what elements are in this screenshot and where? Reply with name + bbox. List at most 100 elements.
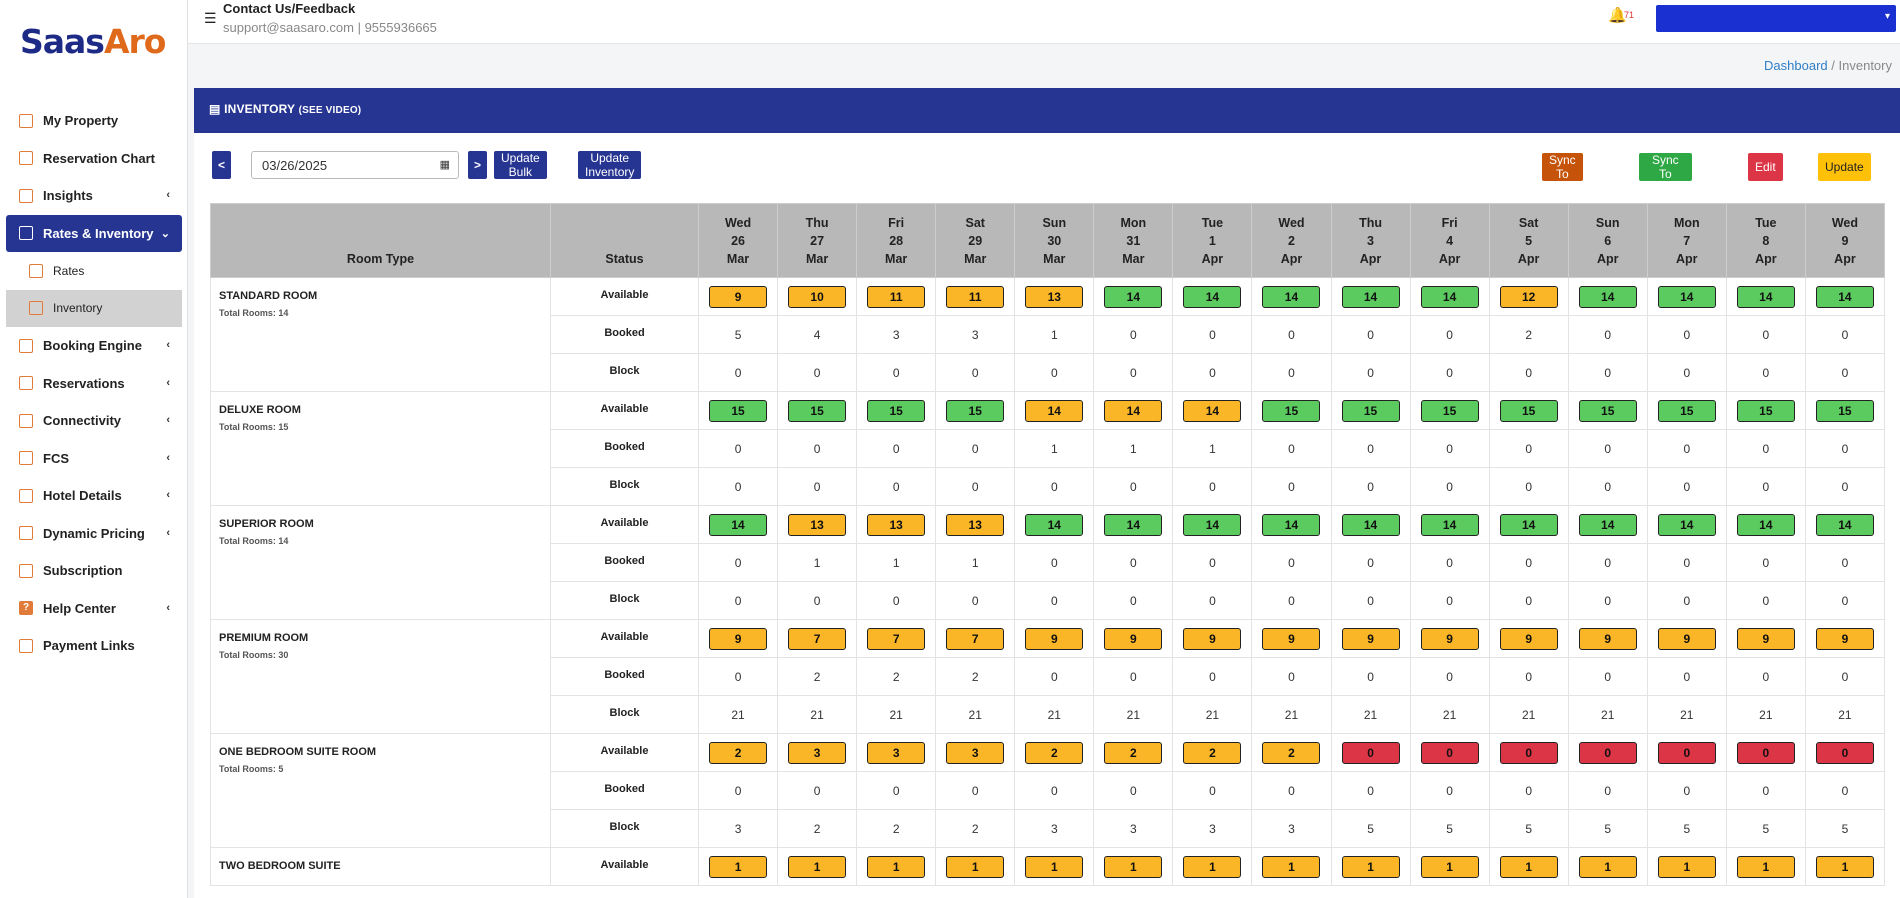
available-cell[interactable]: 9 xyxy=(1804,619,1886,658)
available-cell[interactable]: 7 xyxy=(935,619,1016,658)
sidebar-item-inventory[interactable]: Inventory xyxy=(6,289,182,327)
availability-pill[interactable]: 9 xyxy=(1341,627,1400,650)
available-cell[interactable]: 9 xyxy=(1014,619,1095,658)
availability-pill[interactable]: 14 xyxy=(1341,513,1400,536)
available-cell[interactable]: 3 xyxy=(777,733,858,772)
availability-pill[interactable]: 14 xyxy=(1815,285,1874,308)
available-cell[interactable]: 2 xyxy=(1251,733,1332,772)
available-cell[interactable]: 0 xyxy=(1330,733,1411,772)
availability-pill[interactable]: 1 xyxy=(788,855,847,878)
available-cell[interactable]: 0 xyxy=(1567,733,1648,772)
available-cell[interactable]: 15 xyxy=(1330,391,1411,430)
available-cell[interactable]: 0 xyxy=(1804,733,1886,772)
availability-pill[interactable]: 2 xyxy=(1262,741,1321,764)
available-cell[interactable]: 1 xyxy=(1646,847,1727,886)
sidebar-item-help-center[interactable]: ? Help Center ‹ xyxy=(6,590,182,628)
availability-pill[interactable]: 1 xyxy=(1025,855,1084,878)
availability-pill[interactable]: 2 xyxy=(1183,741,1242,764)
availability-pill[interactable]: 14 xyxy=(1578,513,1637,536)
available-cell[interactable]: 1 xyxy=(1172,847,1253,886)
available-cell[interactable]: 14 xyxy=(1330,277,1411,316)
available-cell[interactable]: 14 xyxy=(1172,277,1253,316)
sidebar-item-hotel-details[interactable]: Hotel Details ‹ xyxy=(6,477,182,515)
available-cell[interactable]: 15 xyxy=(1251,391,1332,430)
sidebar-item-connectivity[interactable]: Connectivity ‹ xyxy=(6,402,182,440)
available-cell[interactable]: 9 xyxy=(697,619,779,658)
hamburger-menu-icon[interactable]: ☰ xyxy=(204,10,217,27)
edit-button[interactable]: Edit xyxy=(1748,153,1783,181)
available-cell[interactable]: 1 xyxy=(777,847,858,886)
available-cell[interactable]: 15 xyxy=(935,391,1016,430)
availability-pill[interactable]: 15 xyxy=(1657,399,1716,422)
availability-pill[interactable]: 3 xyxy=(867,741,926,764)
availability-pill[interactable]: 15 xyxy=(1815,399,1874,422)
available-cell[interactable]: 13 xyxy=(856,505,937,544)
availability-pill[interactable]: 14 xyxy=(1104,399,1163,422)
availability-pill[interactable]: 9 xyxy=(1657,627,1716,650)
availability-pill[interactable]: 1 xyxy=(1736,855,1795,878)
available-cell[interactable]: 7 xyxy=(777,619,858,658)
availability-pill[interactable]: 14 xyxy=(1025,513,1084,536)
available-cell[interactable]: 13 xyxy=(935,505,1016,544)
available-cell[interactable]: 7 xyxy=(856,619,937,658)
available-cell[interactable]: 15 xyxy=(1725,391,1806,430)
availability-pill[interactable]: 0 xyxy=(1815,741,1874,764)
availability-pill[interactable]: 2 xyxy=(1025,741,1084,764)
available-cell[interactable]: 9 xyxy=(1330,619,1411,658)
availability-pill[interactable]: 3 xyxy=(788,741,847,764)
availability-pill[interactable]: 14 xyxy=(1262,285,1321,308)
available-cell[interactable]: 1 xyxy=(1567,847,1648,886)
available-cell[interactable]: 14 xyxy=(1409,505,1490,544)
availability-pill[interactable]: 14 xyxy=(1657,285,1716,308)
available-cell[interactable]: 1 xyxy=(935,847,1016,886)
available-cell[interactable]: 14 xyxy=(1014,391,1095,430)
available-cell[interactable]: 2 xyxy=(1093,733,1174,772)
availability-pill[interactable]: 14 xyxy=(1104,285,1163,308)
availability-pill[interactable]: 9 xyxy=(709,627,768,650)
availability-pill[interactable]: 1 xyxy=(1657,855,1716,878)
breadcrumb-dashboard[interactable]: Dashboard xyxy=(1764,58,1828,73)
availability-pill[interactable]: 14 xyxy=(1262,513,1321,536)
available-cell[interactable]: 14 xyxy=(1725,505,1806,544)
available-cell[interactable]: 14 xyxy=(1646,277,1727,316)
availability-pill[interactable]: 0 xyxy=(1578,741,1637,764)
available-cell[interactable]: 14 xyxy=(1567,505,1648,544)
user-menu-dropdown[interactable]: ▾ xyxy=(1656,5,1896,32)
update-button[interactable]: Update xyxy=(1818,153,1871,181)
availability-pill[interactable]: 15 xyxy=(867,399,926,422)
availability-pill[interactable]: 1 xyxy=(709,855,768,878)
available-cell[interactable]: 14 xyxy=(1251,505,1332,544)
available-cell[interactable]: 1 xyxy=(1725,847,1806,886)
availability-pill[interactable]: 9 xyxy=(1736,627,1795,650)
availability-pill[interactable]: 2 xyxy=(709,741,768,764)
date-input[interactable]: 03/26/2025 ▦ xyxy=(251,151,459,179)
available-cell[interactable]: 10 xyxy=(777,277,858,316)
available-cell[interactable]: 14 xyxy=(1330,505,1411,544)
available-cell[interactable]: 14 xyxy=(1646,505,1727,544)
available-cell[interactable]: 14 xyxy=(1567,277,1648,316)
available-cell[interactable]: 13 xyxy=(1014,277,1095,316)
available-cell[interactable]: 15 xyxy=(697,391,779,430)
availability-pill[interactable]: 14 xyxy=(1183,285,1242,308)
available-cell[interactable]: 0 xyxy=(1646,733,1727,772)
available-cell[interactable]: 14 xyxy=(697,505,779,544)
availability-pill[interactable]: 9 xyxy=(1104,627,1163,650)
availability-pill[interactable]: 15 xyxy=(709,399,768,422)
availability-pill[interactable]: 14 xyxy=(1578,285,1637,308)
availability-pill[interactable]: 15 xyxy=(788,399,847,422)
bell-icon[interactable]: 🔔 xyxy=(1608,6,1627,24)
available-cell[interactable]: 1 xyxy=(1409,847,1490,886)
availability-pill[interactable]: 14 xyxy=(1025,399,1084,422)
availability-pill[interactable]: 1 xyxy=(1420,855,1479,878)
availability-pill[interactable]: 7 xyxy=(788,627,847,650)
available-cell[interactable]: 14 xyxy=(1251,277,1332,316)
available-cell[interactable]: 14 xyxy=(1804,505,1886,544)
sidebar-item-insights[interactable]: Insights ‹ xyxy=(6,177,182,215)
availability-pill[interactable]: 14 xyxy=(1104,513,1163,536)
sidebar-item-reservations[interactable]: Reservations ‹ xyxy=(6,365,182,403)
availability-pill[interactable]: 15 xyxy=(1341,399,1400,422)
available-cell[interactable]: 9 xyxy=(1172,619,1253,658)
availability-pill[interactable]: 14 xyxy=(1420,285,1479,308)
sync-to-ota-button[interactable]: Sync To OTA xyxy=(1542,153,1583,195)
available-cell[interactable]: 1 xyxy=(1488,847,1569,886)
